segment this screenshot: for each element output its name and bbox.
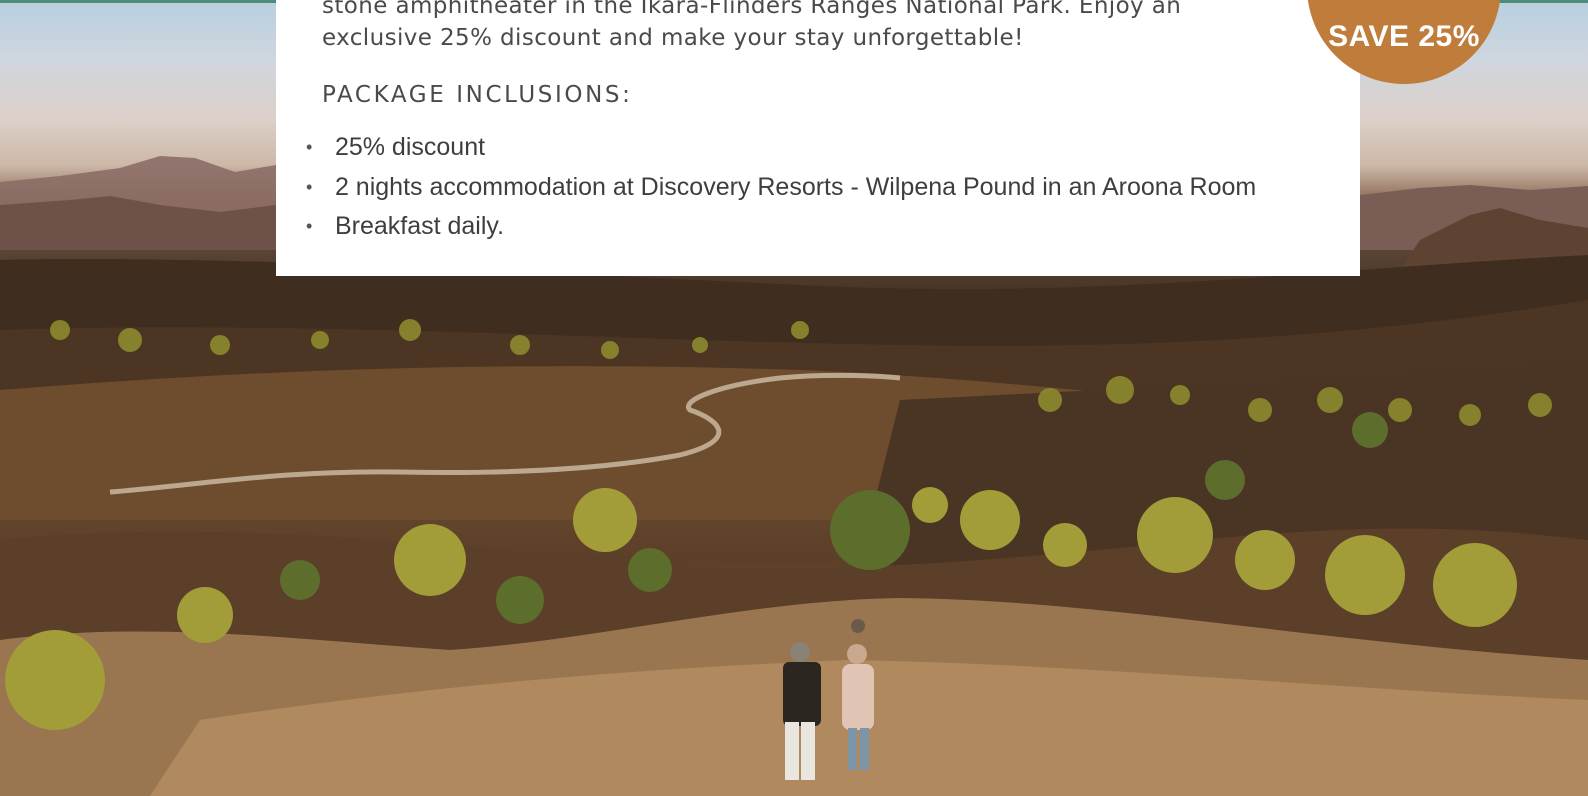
inclusion-text: Breakfast daily. (334, 212, 505, 240)
bullet-icon: • (306, 137, 313, 157)
badge-label: SAVE 25% (1328, 20, 1480, 53)
package-card: stone amphitheater in the Ikara-Flinders… (276, 0, 1360, 276)
bullet-icon: • (306, 176, 313, 197)
inclusion-item: • 25% discount (306, 128, 1256, 168)
package-description: stone amphitheater in the Ikara-Flinders… (322, 0, 1182, 51)
inclusion-item: • Breakfast daily. (306, 207, 1256, 247)
inclusion-text: 2 nights accommodation at Discovery Reso… (334, 172, 1257, 201)
inclusion-text: 25% discount (334, 133, 486, 161)
inclusions-heading: PACKAGE INCLUSIONS: (322, 82, 633, 108)
inclusions-list: • 25% discount • 2 nights accommodation … (306, 128, 1256, 247)
bullet-icon: • (306, 216, 313, 236)
inclusion-item: • 2 nights accommodation at Discovery Re… (306, 168, 1256, 208)
